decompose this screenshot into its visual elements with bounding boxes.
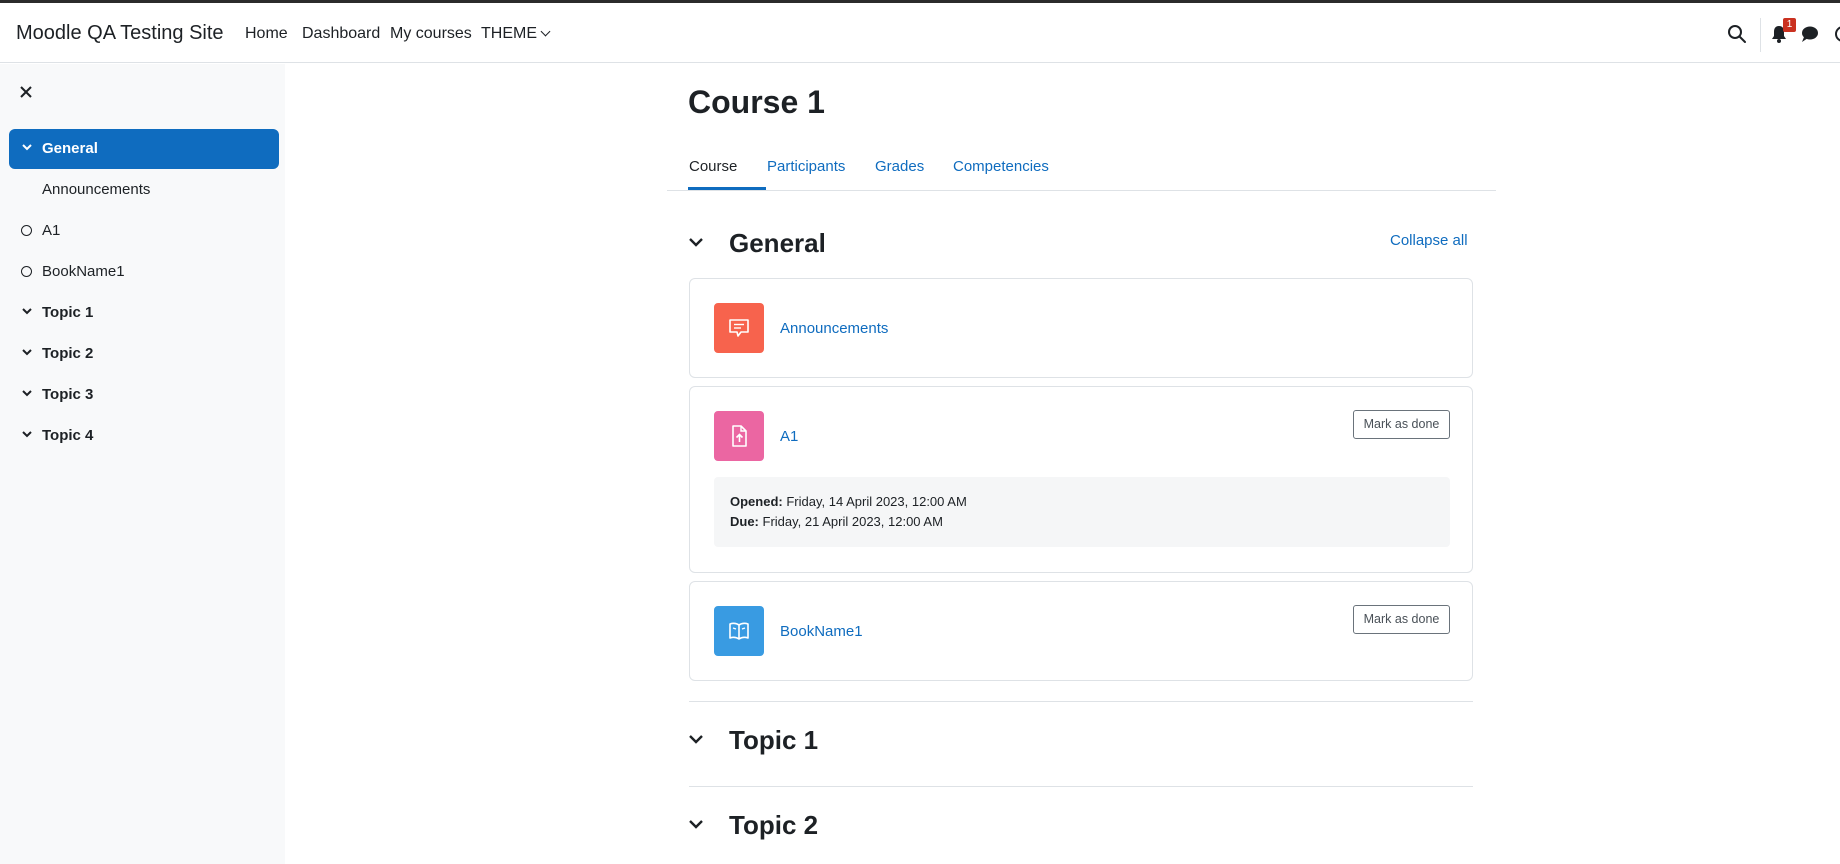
activity-card-bookname1: BookName1 Mark as done [689, 581, 1473, 681]
chevron-down-icon[interactable] [21, 306, 33, 316]
activity-card-a1: A1 Mark as done Opened: Friday, 14 April… [689, 386, 1473, 573]
course-index-topic-4[interactable]: Topic 4 [9, 416, 279, 456]
course-index-label: Topic 4 [42, 427, 94, 444]
tab-grades[interactable]: Grades [875, 158, 924, 175]
section-divider [689, 701, 1473, 702]
activity-dates: Opened: Friday, 14 April 2023, 12:00 AM … [714, 477, 1450, 547]
due-label: Due: [730, 514, 759, 529]
course-index-label: General [42, 140, 98, 157]
chevron-down-icon[interactable] [688, 818, 704, 830]
forum-icon [714, 303, 764, 353]
activity-link[interactable]: Announcements [780, 320, 888, 337]
chevron-down-icon [540, 26, 551, 37]
course-index-label: Topic 1 [42, 304, 94, 321]
course-index-drawer: General Announcements A1 BookName1 Topic… [0, 64, 285, 864]
course-index-announcements[interactable]: Announcements [9, 170, 279, 210]
course-index-a1[interactable]: A1 [9, 211, 279, 251]
chevron-down-icon[interactable] [688, 733, 704, 745]
course-index-topic-2[interactable]: Topic 2 [9, 334, 279, 374]
chevron-down-icon[interactable] [21, 347, 33, 357]
course-index-label: Topic 3 [42, 386, 94, 403]
chevron-down-icon[interactable] [21, 388, 33, 398]
close-icon[interactable] [18, 84, 34, 100]
course-tabs: Course Participants Grades Competencies [667, 144, 1496, 191]
activity-card-announcements: Announcements [689, 278, 1473, 378]
collapse-all-link[interactable]: Collapse all [1390, 232, 1468, 249]
course-index-bookname1[interactable]: BookName1 [9, 252, 279, 292]
nav-my-courses[interactable]: My courses [390, 25, 472, 43]
course-index-topic-1[interactable]: Topic 1 [9, 293, 279, 333]
section-title[interactable]: General [729, 228, 826, 259]
section-title[interactable]: Topic 2 [729, 810, 818, 841]
activity-link[interactable]: BookName1 [780, 623, 863, 640]
tab-competencies[interactable]: Competencies [953, 158, 1049, 175]
search-icon[interactable] [1726, 23, 1748, 45]
opened-value: Friday, 14 April 2023, 12:00 AM [786, 494, 967, 509]
completion-circle-icon [21, 266, 32, 277]
due-date: Due: Friday, 21 April 2023, 12:00 AM [730, 514, 943, 529]
page-title: Course 1 [688, 84, 825, 120]
assignment-icon [714, 411, 764, 461]
main-content: Course 1 Course Participants Grades Comp… [285, 64, 1840, 864]
section-header-topic-1: Topic 1 [688, 725, 988, 761]
chevron-down-icon[interactable] [21, 142, 33, 152]
tab-course[interactable]: Course [689, 158, 737, 175]
section-header-topic-2: Topic 2 [688, 810, 988, 846]
navbar-divider [1760, 18, 1761, 52]
book-icon [714, 606, 764, 656]
site-brand[interactable]: Moodle QA Testing Site [16, 22, 224, 45]
nav-dashboard[interactable]: Dashboard [302, 25, 380, 43]
opened-label: Opened: [730, 494, 783, 509]
mark-as-done-button[interactable]: Mark as done [1353, 605, 1450, 634]
course-index-general[interactable]: General [9, 129, 279, 169]
top-navbar: Moodle QA Testing Site Home Dashboard My… [0, 3, 1840, 63]
completion-circle-icon [21, 225, 32, 236]
activity-link[interactable]: A1 [780, 428, 798, 445]
course-index-label: BookName1 [42, 263, 125, 280]
mark-as-done-button[interactable]: Mark as done [1353, 410, 1450, 439]
course-index-label: Announcements [42, 181, 151, 198]
course-index-label: Topic 2 [42, 345, 94, 362]
active-tab-indicator [688, 187, 766, 190]
chevron-down-icon[interactable] [21, 429, 33, 439]
course-index-topic-3[interactable]: Topic 3 [9, 375, 279, 415]
course-index-label: A1 [42, 222, 61, 239]
chevron-down-icon[interactable] [688, 236, 704, 248]
section-divider [689, 786, 1473, 787]
nav-home[interactable]: Home [245, 25, 288, 43]
user-menu-edge[interactable] [1834, 23, 1840, 45]
section-title[interactable]: Topic 1 [729, 725, 818, 756]
section-header-general: General [688, 228, 988, 264]
chat-icon[interactable] [1799, 23, 1821, 45]
opened-date: Opened: Friday, 14 April 2023, 12:00 AM [730, 494, 967, 509]
nav-theme-menu[interactable]: THEME [481, 25, 551, 43]
tab-participants[interactable]: Participants [767, 158, 845, 175]
due-value: Friday, 21 April 2023, 12:00 AM [762, 514, 943, 529]
notification-count-badge: 1 [1783, 18, 1796, 32]
nav-theme-label: THEME [481, 25, 537, 42]
